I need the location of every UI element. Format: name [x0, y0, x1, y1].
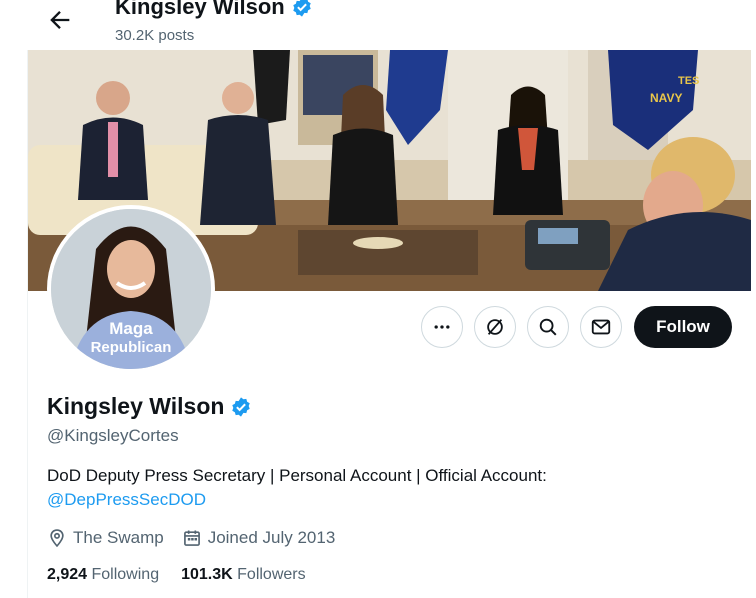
bio-text: DoD Deputy Press Secretary | Personal Ac… — [47, 466, 547, 485]
verified-badge-icon — [293, 0, 311, 17]
grok-button[interactable] — [474, 306, 516, 348]
profile-handle: @KingsleyCortes — [47, 426, 179, 445]
followers-label: Followers — [237, 566, 306, 583]
message-icon — [591, 319, 611, 335]
following-count: 2,924 — [47, 566, 88, 583]
flag-text: NAVY — [650, 91, 682, 105]
follow-counts: 2,924 Following 101.3K Followers — [47, 566, 306, 584]
location-text: The Swamp — [73, 528, 164, 547]
profile-bio: DoD Deputy Press Secretary | Personal Ac… — [47, 464, 667, 512]
follow-button[interactable]: Follow — [634, 306, 732, 348]
more-icon — [434, 325, 450, 329]
joined-text: Joined July 2013 — [207, 528, 336, 547]
location-item: The Swamp — [47, 528, 164, 548]
grok-icon — [487, 319, 503, 335]
message-button[interactable] — [580, 306, 622, 348]
flag-text-2: TES — [678, 75, 699, 87]
search-icon — [539, 318, 557, 336]
header-name: Kingsley Wilson — [115, 0, 313, 20]
header-name-text: Kingsley Wilson — [115, 0, 285, 19]
followers-link[interactable]: 101.3K Followers — [181, 566, 306, 584]
verified-badge-icon[interactable] — [230, 396, 252, 418]
avatar-shirt-text-1: Maga — [109, 319, 153, 338]
search-button[interactable] — [527, 306, 569, 348]
post-count: 30.2K posts — [115, 27, 195, 44]
following-label: Following — [91, 566, 160, 583]
followers-count: 101.3K — [181, 566, 233, 583]
avatar[interactable]: Maga Republican — [47, 205, 215, 373]
bio-link[interactable]: @DepPressSecDOD — [47, 490, 206, 509]
profile-meta: The Swamp Joined July 2013 — [47, 528, 353, 548]
profile-name-text: Kingsley Wilson — [47, 393, 225, 419]
top-bar: Kingsley Wilson 30.2K posts — [0, 0, 756, 50]
avatar-shirt-text-2: Republican — [91, 339, 172, 356]
arrow-left-icon[interactable] — [46, 6, 74, 34]
following-link[interactable]: 2,924 Following — [47, 566, 159, 584]
calendar-icon — [183, 530, 200, 546]
avatar-image: Maga Republican — [51, 209, 211, 369]
more-button[interactable] — [421, 306, 463, 348]
joined-item: Joined July 2013 — [182, 528, 336, 548]
profile-name: Kingsley Wilson — [47, 393, 252, 420]
location-pin-icon — [50, 529, 64, 548]
